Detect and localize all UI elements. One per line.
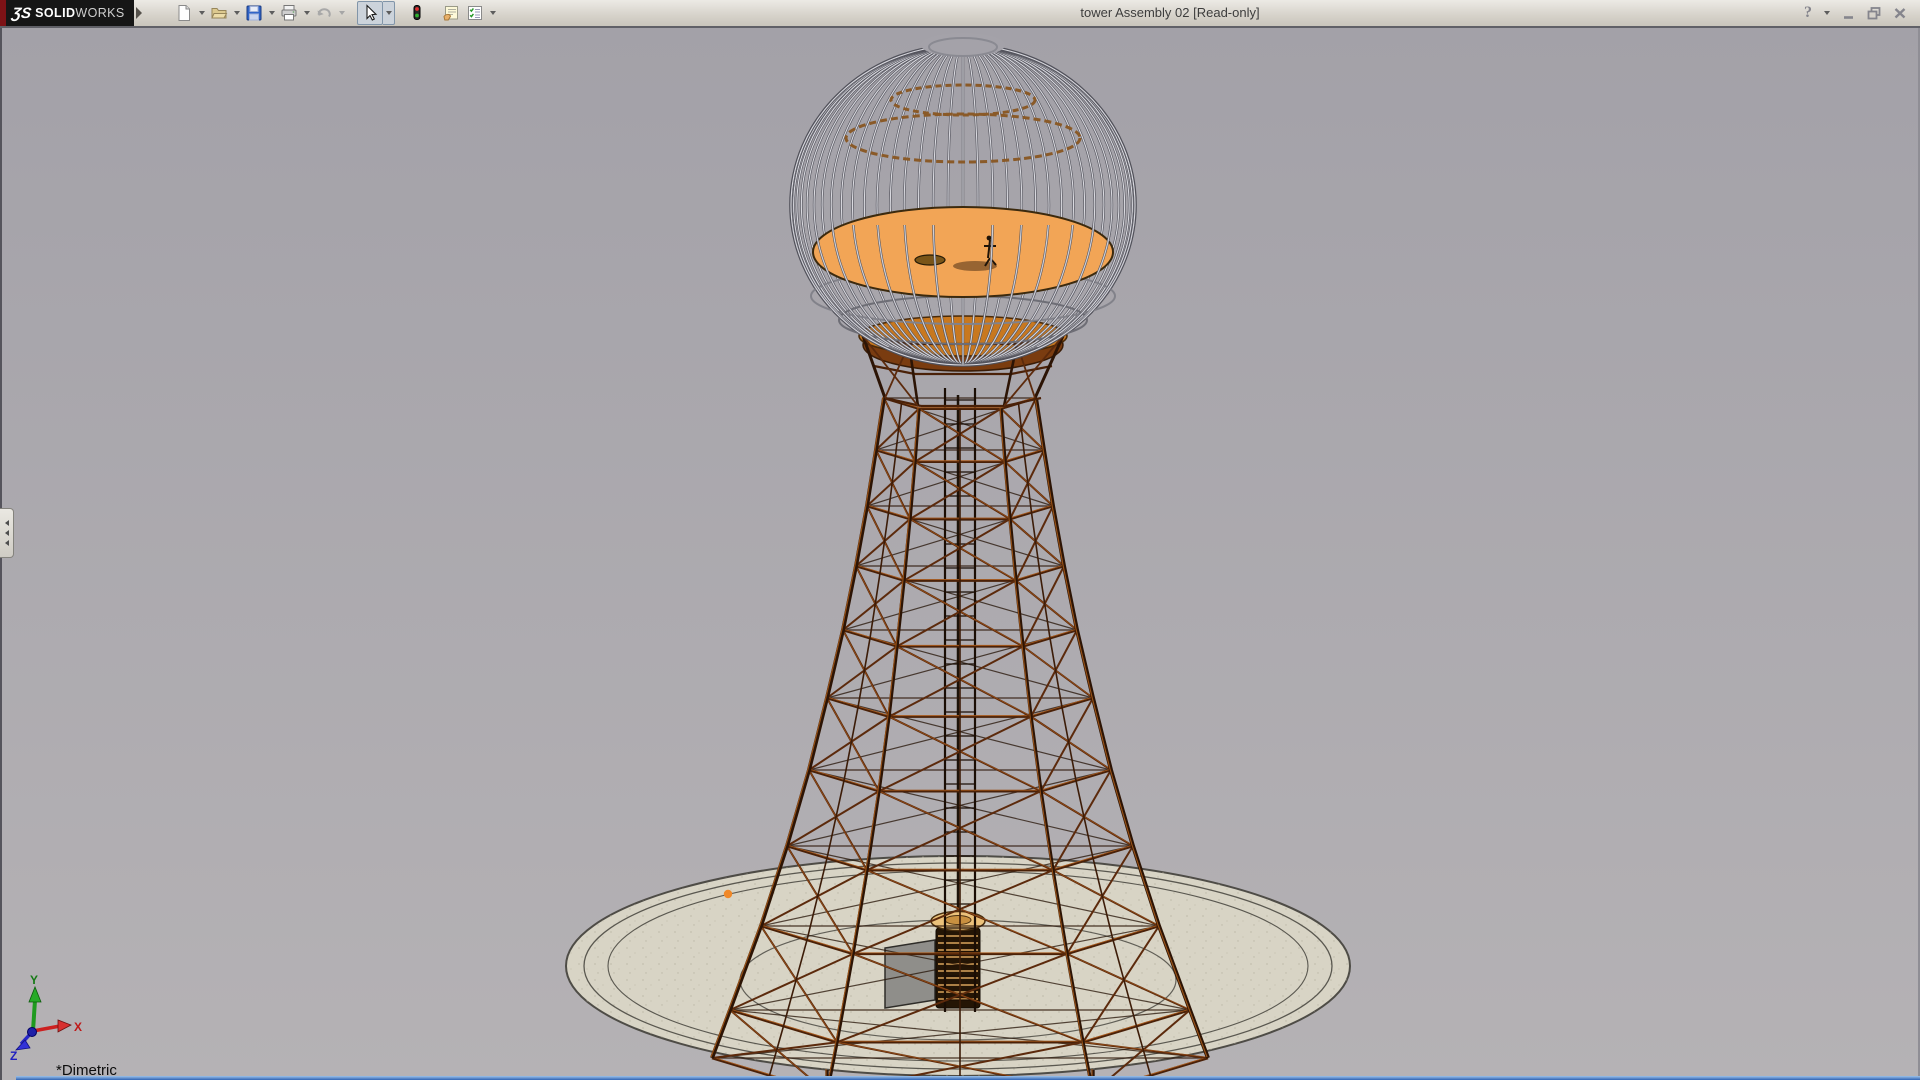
close-icon xyxy=(1892,5,1908,21)
save-icon xyxy=(245,4,263,22)
save-button[interactable] xyxy=(242,2,266,24)
feature-tree-collapsed-tab[interactable] xyxy=(0,508,14,558)
chevron-left-icon xyxy=(5,520,9,526)
triad-x-label: X xyxy=(74,1020,82,1034)
select-button[interactable] xyxy=(357,1,383,25)
print-button[interactable] xyxy=(277,2,301,24)
minimize-button[interactable] xyxy=(1841,5,1857,21)
save-dropdown[interactable] xyxy=(266,2,277,24)
select-cursor-icon xyxy=(361,4,379,22)
logo-accent-bar xyxy=(0,0,6,26)
minimize-icon xyxy=(1841,5,1857,21)
new-document-dropdown[interactable] xyxy=(196,2,207,24)
new-document-icon xyxy=(175,4,193,22)
electrode-dome-cage[interactable] xyxy=(790,33,1136,366)
tower-assembly-model[interactable]: Y X Z xyxy=(0,0,1920,1080)
new-document-button[interactable] xyxy=(172,2,196,24)
window-title: tower Assembly 02 [Read-only] xyxy=(420,0,1920,26)
window-controls: ? xyxy=(1804,0,1908,26)
brand-works: WORKS xyxy=(75,6,124,20)
close-button[interactable] xyxy=(1892,5,1908,21)
help-button[interactable]: ? xyxy=(1804,4,1812,22)
help-dropdown[interactable] xyxy=(1821,2,1832,24)
open-dropdown[interactable] xyxy=(231,2,242,24)
select-dropdown[interactable] xyxy=(383,1,395,25)
brand-glyph: ƷS xyxy=(11,5,33,22)
chevron-left-icon xyxy=(5,540,9,546)
solidworks-window: ƷS SOLIDWORKS xyxy=(0,0,1920,1080)
undo-button[interactable] xyxy=(312,2,336,24)
titlebar: ƷS SOLIDWORKS xyxy=(0,0,1920,28)
print-dropdown[interactable] xyxy=(301,2,312,24)
chevron-left-icon xyxy=(5,530,9,536)
open-folder-icon xyxy=(210,4,228,22)
solidworks-logo: ƷS SOLIDWORKS xyxy=(0,0,134,26)
restore-button[interactable] xyxy=(1866,5,1883,21)
triad-y-label: Y xyxy=(30,973,38,987)
open-button[interactable] xyxy=(207,2,231,24)
triad-z-label: Z xyxy=(10,1049,17,1063)
undo-icon xyxy=(315,4,333,22)
undo-dropdown[interactable] xyxy=(336,2,347,24)
print-icon xyxy=(280,4,298,22)
logo-flyout-arrow[interactable] xyxy=(136,7,142,19)
brand-solid: SOLID xyxy=(35,6,75,20)
restore-icon xyxy=(1866,5,1883,21)
bottom-edge-strip xyxy=(16,1076,1920,1080)
reference-triad: Y X Z xyxy=(10,973,82,1063)
